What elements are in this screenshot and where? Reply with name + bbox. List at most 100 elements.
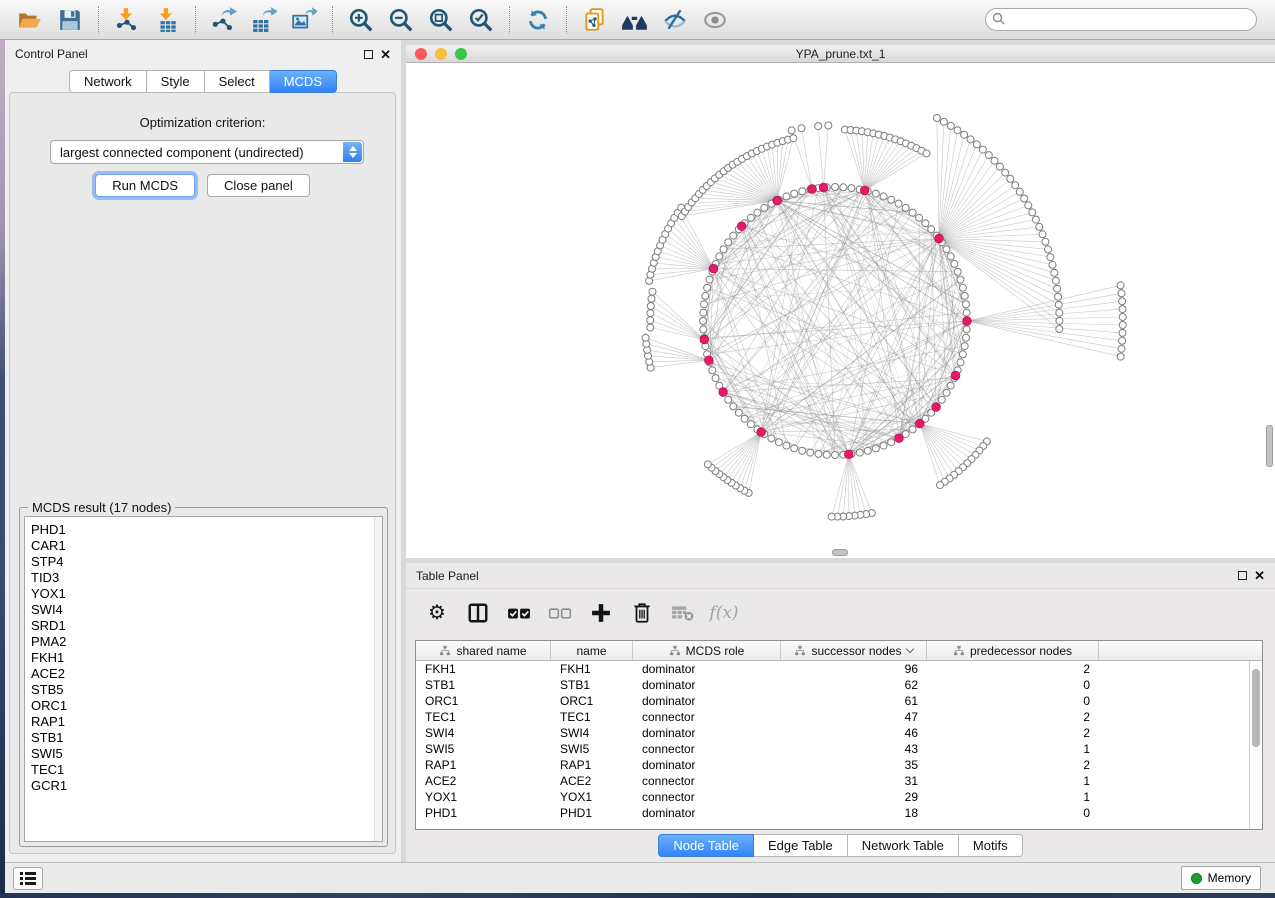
mcds-result-item[interactable]: ORC1 xyxy=(25,698,382,714)
tab-network[interactable]: Network xyxy=(69,70,147,93)
tab-mcds[interactable]: MCDS xyxy=(270,70,337,93)
table-row[interactable]: RAP1RAP1dominator352 xyxy=(416,757,1262,773)
table-row[interactable]: PHD1PHD1dominator180 xyxy=(416,805,1262,821)
tab-node-table[interactable]: Node Table xyxy=(658,834,754,857)
settings-gear-icon[interactable]: ⚙ xyxy=(424,600,450,626)
close-panel-button[interactable]: Close panel xyxy=(207,174,310,197)
column-header-successor_nodes[interactable]: successor nodes xyxy=(781,641,927,660)
cell-predecessor_nodes: 0 xyxy=(927,805,1099,821)
canvas-hscroll-thumb[interactable] xyxy=(832,549,848,556)
canvas-vscroll-thumb[interactable] xyxy=(1266,425,1273,467)
cell-successor_nodes: 35 xyxy=(781,757,927,773)
mcds-result-list[interactable]: PHD1CAR1STP4TID3YOX1SWI4SRD1PMA2FKH1ACE2… xyxy=(24,516,383,842)
column-label: predecessor nodes xyxy=(970,644,1072,658)
table-row[interactable]: SWI5SWI5connector431 xyxy=(416,741,1262,757)
mcds-result-item[interactable]: STB5 xyxy=(25,682,382,698)
cell-mcds_role: dominator xyxy=(633,661,781,677)
mcds-result-item[interactable]: GCR1 xyxy=(25,778,382,794)
refresh-layout-icon[interactable] xyxy=(521,5,555,35)
tab-style[interactable]: Style xyxy=(147,70,205,93)
mcds-list-scrollbar[interactable] xyxy=(374,517,382,841)
cell-successor_nodes: 96 xyxy=(781,661,927,677)
search-input[interactable] xyxy=(985,8,1257,31)
export-network-icon[interactable] xyxy=(207,5,241,35)
cell-successor_nodes: 18 xyxy=(781,805,927,821)
mcds-result-item[interactable]: SRD1 xyxy=(25,618,382,634)
cell-successor_nodes: 61 xyxy=(781,693,927,709)
column-header-mcds_role[interactable]: MCDS role xyxy=(633,641,781,660)
hide-items-icon[interactable] xyxy=(658,5,692,35)
add-column-icon[interactable] xyxy=(588,600,614,626)
table-scrollbar[interactable] xyxy=(1249,661,1262,829)
select-all-icon[interactable] xyxy=(506,600,532,626)
mcds-result-item[interactable]: ACE2 xyxy=(25,666,382,682)
export-table-icon[interactable] xyxy=(247,5,281,35)
close-table-panel-icon[interactable]: ✕ xyxy=(1254,571,1265,580)
run-mcds-button[interactable]: Run MCDS xyxy=(95,174,195,197)
cell-mcds_role: connector xyxy=(633,789,781,805)
table-scrollbar-thumb[interactable] xyxy=(1252,669,1260,747)
table-toolbar: ⚙f(x) xyxy=(406,588,1275,637)
column-header-shared_name[interactable]: shared name xyxy=(416,641,551,660)
table-row[interactable]: ORC1ORC1dominator610 xyxy=(416,693,1262,709)
criterion-dropdown-value: largest connected component (undirected) xyxy=(60,145,304,160)
delete-icon[interactable] xyxy=(629,600,655,626)
table-row[interactable]: SWI4SWI4dominator462 xyxy=(416,725,1262,741)
column-header-name[interactable]: name xyxy=(551,641,633,660)
table-row[interactable]: TEC1TEC1connector472 xyxy=(416,709,1262,725)
mcds-result-item[interactable]: RAP1 xyxy=(25,714,382,730)
mcds-result-item[interactable]: STP4 xyxy=(25,554,382,570)
close-panel-icon[interactable]: ✕ xyxy=(380,50,391,59)
zoom-selected-icon[interactable] xyxy=(464,5,498,35)
mcds-result-box: MCDS result (17 nodes) PHD1CAR1STP4TID3Y… xyxy=(19,507,388,847)
import-network-icon[interactable] xyxy=(110,5,144,35)
network-canvas[interactable] xyxy=(406,63,1275,558)
mcds-result-item[interactable]: STB1 xyxy=(25,730,382,746)
cell-name: PHD1 xyxy=(551,805,633,821)
tab-edge-table[interactable]: Edge Table xyxy=(754,834,848,857)
mcds-result-item[interactable]: FKH1 xyxy=(25,650,382,666)
memory-button[interactable]: Memory xyxy=(1181,866,1261,890)
table-row[interactable]: YOX1YOX1connector291 xyxy=(416,789,1262,805)
mcds-result-item[interactable]: SWI5 xyxy=(25,746,382,762)
mcds-result-item[interactable]: PHD1 xyxy=(25,522,382,538)
tab-network-table[interactable]: Network Table xyxy=(848,834,959,857)
network-window-titlebar[interactable]: YPA_prune.txt_1 xyxy=(406,45,1275,63)
export-image-icon[interactable] xyxy=(287,5,321,35)
clone-network-icon[interactable] xyxy=(578,5,612,35)
table-row[interactable]: ACE2ACE2connector311 xyxy=(416,773,1262,789)
mcds-result-item[interactable]: PMA2 xyxy=(25,634,382,650)
cell-shared_name: SWI4 xyxy=(416,725,551,741)
float-table-panel-icon[interactable] xyxy=(1238,571,1247,580)
cell-mcds_role: connector xyxy=(633,709,781,725)
split-columns-icon[interactable] xyxy=(465,600,491,626)
mcds-result-item[interactable]: CAR1 xyxy=(25,538,382,554)
tab-motifs[interactable]: Motifs xyxy=(959,834,1023,857)
zoom-fit-icon[interactable] xyxy=(424,5,458,35)
binoculars-icon[interactable] xyxy=(618,5,652,35)
import-table-icon[interactable] xyxy=(150,5,184,35)
toolbar-separator xyxy=(332,6,333,34)
open-session-icon[interactable] xyxy=(13,5,47,35)
network-graph[interactable] xyxy=(406,63,1275,558)
zoom-out-icon[interactable] xyxy=(384,5,418,35)
criterion-dropdown[interactable]: largest connected component (undirected) xyxy=(50,140,364,164)
control-panel-title: Control Panel xyxy=(15,47,88,61)
tab-select[interactable]: Select xyxy=(205,70,270,93)
task-history-button[interactable] xyxy=(13,867,43,890)
table-row[interactable]: STB1STB1dominator620 xyxy=(416,677,1262,693)
cell-name: STB1 xyxy=(551,677,633,693)
save-session-icon[interactable] xyxy=(53,5,87,35)
table-row[interactable]: FKH1FKH1dominator962 xyxy=(416,661,1262,677)
mcds-result-item[interactable]: TEC1 xyxy=(25,762,382,778)
node-table: shared namenameMCDS rolesuccessor nodes p… xyxy=(415,640,1263,830)
cell-mcds_role: dominator xyxy=(633,725,781,741)
mcds-result-item[interactable]: YOX1 xyxy=(25,586,382,602)
float-panel-icon[interactable] xyxy=(364,50,373,59)
eye-icon[interactable] xyxy=(698,5,732,35)
deselect-all-icon[interactable] xyxy=(547,600,573,626)
mcds-result-item[interactable]: TID3 xyxy=(25,570,382,586)
column-header-predecessor_nodes[interactable]: predecessor nodes xyxy=(927,641,1099,660)
mcds-result-item[interactable]: SWI4 xyxy=(25,602,382,618)
zoom-in-icon[interactable] xyxy=(344,5,378,35)
